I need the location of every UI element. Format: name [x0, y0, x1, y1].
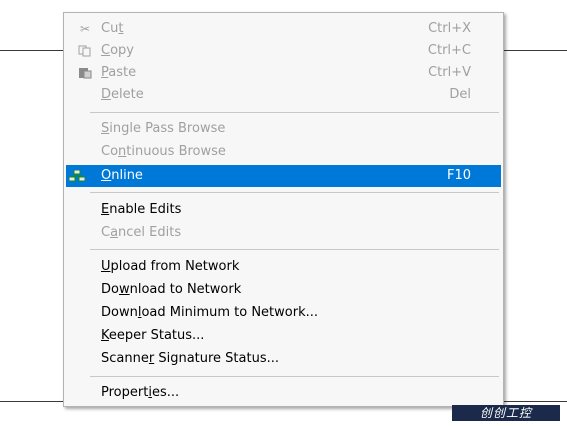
menu-item-label: Paste [101, 65, 137, 80]
menu-separator [90, 249, 499, 250]
menu-item-label: Properties... [101, 385, 180, 400]
menu-item-cut[interactable]: ✂ Cut Ctrl+X [66, 18, 501, 40]
menu-item-label: Copy [101, 43, 134, 58]
menu-item-label: Upload from Network [101, 259, 240, 274]
background-line-bottom-left [0, 401, 63, 402]
menu-item-enable-edits[interactable]: Enable Edits [66, 199, 501, 221]
background-line-bottom-right [504, 401, 567, 402]
background-line-top-right [504, 50, 567, 51]
menu-item-single-pass-browse[interactable]: Single Pass Browse [66, 118, 501, 140]
menu-item-scanner-signature-status[interactable]: Scanner Signature Status... [66, 348, 501, 370]
menu-item-paste[interactable]: Paste Ctrl+V [66, 62, 501, 84]
menu-item-continuous-browse[interactable]: Continuous Browse [66, 141, 501, 163]
menu-item-label: Cancel Edits [101, 225, 182, 240]
menu-item-delete[interactable]: Delete Del [66, 84, 501, 106]
menu-separator [90, 112, 499, 113]
menu-item-label: Enable Edits [101, 202, 182, 217]
menu-item-label: Download to Network [101, 282, 242, 297]
menu-item-keeper-status[interactable]: Keeper Status... [66, 325, 501, 347]
menu-item-cancel-edits[interactable]: Cancel Edits [66, 222, 501, 244]
menu-item-shortcut: Ctrl+V [428, 65, 471, 80]
menu-item-label: Single Pass Browse [101, 121, 226, 136]
menu-item-download-to-network[interactable]: Download to Network [66, 279, 501, 301]
menu-item-shortcut: F10 [446, 168, 471, 183]
menu-item-properties[interactable]: Properties... [66, 382, 501, 404]
context-menu: ✂ Cut Ctrl+X Copy Ctrl+C Paste Ctrl+V De… [63, 12, 504, 407]
watermark-logo: 创创工控 [452, 405, 560, 421]
menu-item-online[interactable]: Online F10 [66, 165, 501, 187]
menu-item-label: Download Minimum to Network... [101, 305, 319, 320]
background-line-top-left [0, 50, 63, 51]
network-icon [68, 169, 86, 182]
scissors-icon: ✂ [79, 22, 91, 36]
menu-item-label: Delete [101, 87, 144, 102]
menu-item-label: Continuous Browse [101, 144, 226, 159]
menu-item-label: Cut [101, 21, 124, 36]
menu-item-label: Scanner Signature Status... [101, 351, 280, 366]
paste-icon [78, 67, 92, 79]
menu-item-shortcut: Ctrl+C [427, 43, 471, 58]
menu-separator [90, 192, 499, 193]
menu-item-upload-from-network[interactable]: Upload from Network [66, 256, 501, 278]
menu-item-shortcut: Del [449, 87, 471, 102]
menu-item-copy[interactable]: Copy Ctrl+C [66, 40, 501, 62]
menu-separator [90, 376, 499, 377]
menu-item-label: Online [101, 168, 143, 183]
copy-icon [78, 45, 92, 57]
menu-item-shortcut: Ctrl+X [428, 21, 471, 36]
menu-item-label: Keeper Status... [101, 328, 205, 343]
menu-item-download-minimum-to-network[interactable]: Download Minimum to Network... [66, 302, 501, 324]
